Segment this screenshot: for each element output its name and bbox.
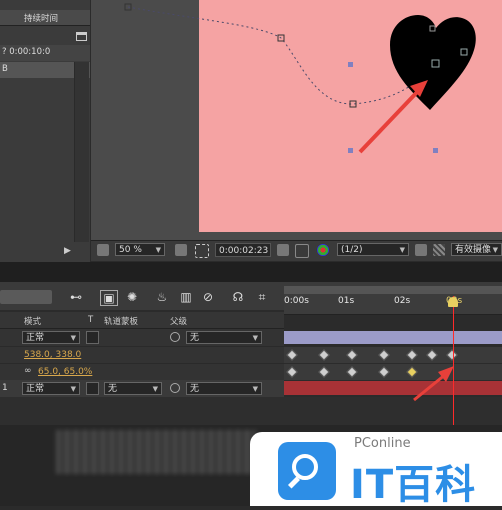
layer-bound-handle[interactable] xyxy=(348,148,353,153)
position-property-row[interactable]: 538.0, 338.0 xyxy=(0,347,284,364)
keyframe[interactable] xyxy=(446,349,458,361)
motion-blur-icon[interactable]: ⊘ xyxy=(200,290,216,304)
track-matte-dropdown[interactable]: 无 xyxy=(104,382,162,396)
pick-whip-icon[interactable] xyxy=(170,383,180,393)
preserve-transparency-checkbox[interactable] xyxy=(86,331,99,344)
blurred-text xyxy=(56,430,256,474)
scroll-right-icon[interactable]: ▶ xyxy=(64,246,71,256)
scale-value[interactable]: 65.0, 65.0% xyxy=(38,367,92,377)
parent-column-header[interactable]: 父级 xyxy=(170,315,187,327)
current-time-indicator[interactable] xyxy=(448,297,458,307)
frame-blending-icon[interactable]: ▥ xyxy=(178,290,194,304)
draft-3d-icon[interactable]: ✺ xyxy=(124,290,140,304)
layer-column-headers: 模式 T 轨道蒙板 父级 xyxy=(0,312,284,329)
brand-logo: PConline IT百科 xyxy=(250,432,502,508)
hide-shy-layers-icon[interactable]: ♨ xyxy=(154,290,170,304)
keyframe[interactable] xyxy=(426,349,438,361)
brand-name: PConline xyxy=(354,436,411,451)
layer-mode-dropdown[interactable]: 正常 xyxy=(22,331,80,345)
mask-view-icon[interactable] xyxy=(195,244,209,258)
zoom-dropdown[interactable]: 50 % xyxy=(115,243,165,257)
annotation-arrow xyxy=(358,86,423,154)
keyframe[interactable] xyxy=(318,349,330,361)
rgb-icon[interactable] xyxy=(317,244,329,256)
current-time-field[interactable]: 0:00:02:23 xyxy=(215,243,271,257)
keyframe[interactable] xyxy=(346,349,358,361)
layer-row[interactable]: 正常 无 xyxy=(0,329,284,347)
layer-duration-bar[interactable] xyxy=(284,381,502,395)
pick-whip-icon[interactable] xyxy=(170,332,180,342)
timeline-search-input[interactable] xyxy=(0,290,52,304)
grid-icon[interactable] xyxy=(175,244,187,256)
layer-duration-bar[interactable] xyxy=(284,331,502,344)
keyframe[interactable] xyxy=(286,349,298,361)
layer-mode-dropdown[interactable]: 正常 xyxy=(22,382,80,396)
layer-bound-handle[interactable] xyxy=(348,62,353,67)
t-column-header[interactable]: T xyxy=(88,315,93,325)
track-matte-column-header[interactable]: 轨道蒙板 xyxy=(104,315,138,327)
layer-number: 1 xyxy=(2,383,8,393)
layer-bound-handle[interactable] xyxy=(433,148,438,153)
active-camera-dropdown[interactable]: 有效摄像 xyxy=(451,243,502,257)
viewer-toolbar: 50 % 0:00:02:23 (1/2) 有效摄像 xyxy=(91,240,502,261)
time-ruler[interactable]: 0:00s 01s 02s 03s xyxy=(284,286,502,315)
layer-row[interactable]: 1 正常 无 无 xyxy=(0,380,284,398)
ruler-tick-label: 0:00s xyxy=(284,296,309,306)
region-icon[interactable] xyxy=(97,244,109,256)
ruler-tick-label: 02s xyxy=(394,296,411,306)
work-area-bar[interactable] xyxy=(284,286,502,294)
parent-dropdown[interactable]: 无 xyxy=(186,382,262,396)
parent-dropdown[interactable]: 无 xyxy=(186,331,262,345)
brand-logo-icon xyxy=(278,442,336,500)
composition-mini-flowchart-icon[interactable]: ⊷ xyxy=(68,290,84,304)
constrain-proportions-icon[interactable]: ∞ xyxy=(24,366,32,376)
annotation-arrow xyxy=(413,372,447,402)
region-of-interest-icon[interactable] xyxy=(415,244,427,256)
resolution-dropdown[interactable]: (1/2) xyxy=(337,243,409,257)
mode-column-header[interactable]: 模式 xyxy=(24,315,41,327)
keyframe[interactable] xyxy=(318,366,330,378)
ruler-tick-label: 01s xyxy=(338,296,355,306)
scale-keyframe-track xyxy=(284,364,502,380)
heart-shape[interactable] xyxy=(390,15,476,110)
position-keyframe-track xyxy=(284,347,502,363)
keyframe[interactable] xyxy=(346,366,358,378)
color-channel-icon[interactable] xyxy=(295,244,309,258)
graph-editor-icon[interactable]: ☊ xyxy=(230,290,246,304)
keyframe[interactable] xyxy=(378,349,390,361)
scale-property-row[interactable]: ∞ 65.0, 65.0% xyxy=(0,364,284,381)
keyframe[interactable] xyxy=(406,349,418,361)
brand-title: IT百科 xyxy=(350,462,477,508)
camera-icon[interactable] xyxy=(277,244,289,256)
keyframe[interactable] xyxy=(378,366,390,378)
preserve-transparency-checkbox[interactable] xyxy=(86,382,99,395)
timeline-arrow-overlay xyxy=(413,366,454,402)
position-value[interactable]: 538.0, 338.0 xyxy=(24,350,81,360)
keyframe[interactable] xyxy=(286,366,298,378)
live-update-icon[interactable]: ▣ xyxy=(100,290,118,306)
panel-separator xyxy=(0,262,502,282)
motion-path[interactable] xyxy=(127,6,437,105)
motion-path-overlay xyxy=(124,3,476,154)
brainstorm-icon[interactable]: ⌗ xyxy=(254,290,270,304)
transparency-grid-icon[interactable] xyxy=(433,244,445,256)
